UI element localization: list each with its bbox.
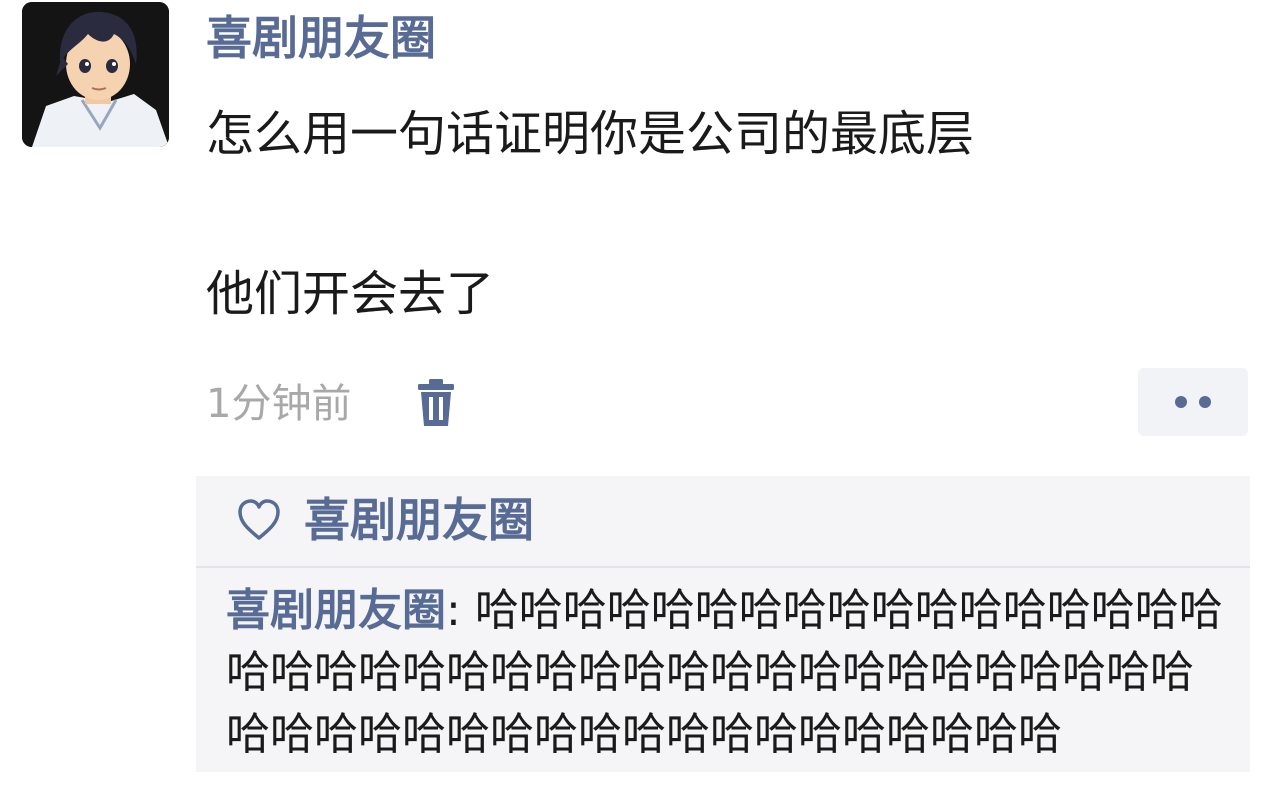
more-dots-icon — [1199, 396, 1211, 408]
comment-author[interactable]: 喜剧朋友圈 — [226, 585, 446, 636]
likes-row: 喜剧朋友圈 — [196, 476, 1250, 568]
more-dots-icon — [1175, 396, 1187, 408]
heart-icon — [236, 498, 282, 542]
liker-name[interactable]: 喜剧朋友圈 — [304, 490, 534, 550]
comment-item[interactable]: 喜剧朋友圈: 哈哈哈哈哈哈哈哈哈哈哈哈哈哈哈哈哈哈哈哈哈哈哈哈哈哈哈哈哈哈哈哈哈… — [226, 580, 1226, 766]
post-author-name[interactable]: 喜剧朋友圈 — [206, 8, 436, 68]
avatar[interactable] — [22, 2, 169, 147]
moments-post: 喜剧朋友圈 怎么用一句话证明你是公司的最底层 他们开会去了 1分钟前 喜剧朋友圈… — [0, 0, 1280, 787]
likes-comments-panel: 喜剧朋友圈 喜剧朋友圈: 哈哈哈哈哈哈哈哈哈哈哈哈哈哈哈哈哈哈哈哈哈哈哈哈哈哈哈… — [196, 476, 1250, 772]
post-text-line-2: 他们开会去了 — [206, 266, 495, 322]
post-text-line-1: 怎么用一句话证明你是公司的最底层 — [206, 106, 975, 162]
avatar-image — [22, 2, 169, 147]
post-timestamp: 1分钟前 — [206, 381, 352, 427]
comment-separator: : — [446, 585, 475, 636]
trash-icon[interactable] — [416, 378, 456, 428]
more-options-button[interactable] — [1138, 368, 1248, 436]
